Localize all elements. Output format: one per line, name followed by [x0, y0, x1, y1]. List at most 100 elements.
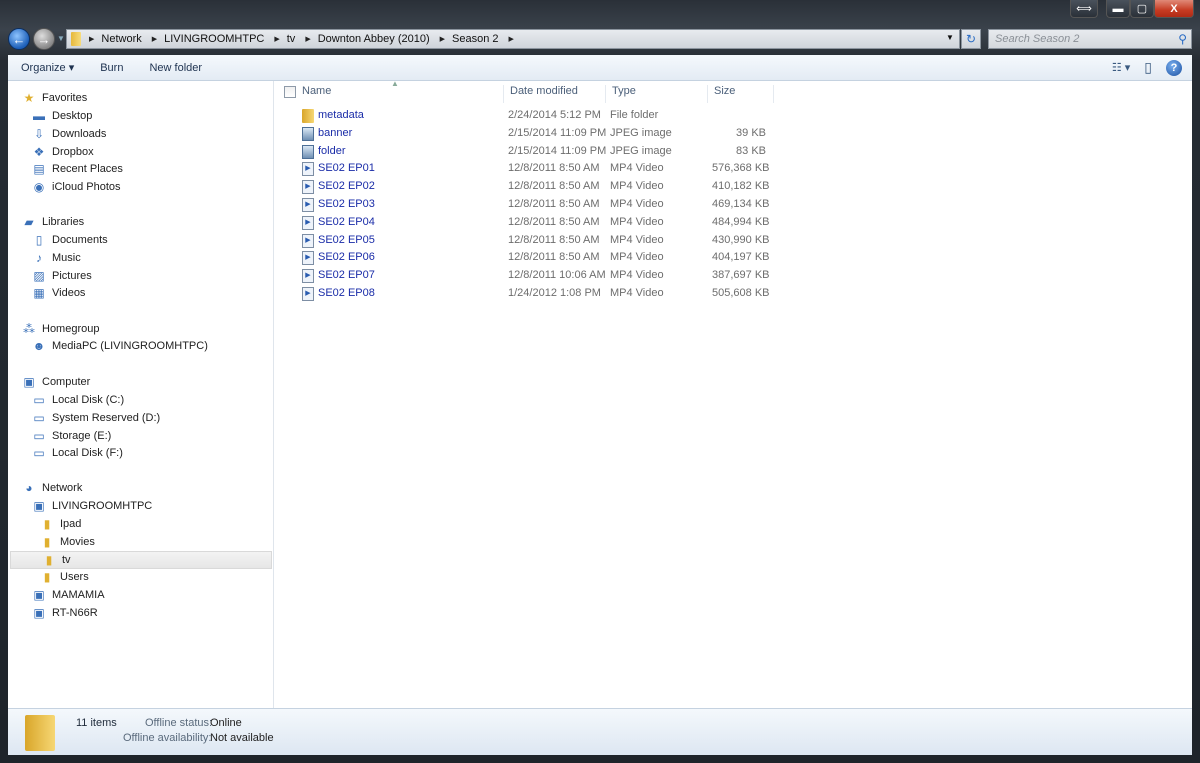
- chevron-right-icon[interactable]: ▶: [440, 35, 445, 43]
- network-icon: ◕: [25, 481, 33, 495]
- back-button[interactable]: ←: [8, 28, 30, 50]
- nav-item[interactable]: ▨ Pictures: [32, 267, 91, 285]
- nav-item[interactable]: ▮ Ipad: [40, 515, 82, 533]
- help-button[interactable]: ?: [1166, 59, 1182, 76]
- file-row[interactable]: ▶ SE02 EP07 12/8/2011 10:06 AM MP4 Video 387…: [274, 267, 774, 285]
- nav-item[interactable]: ❖ Dropbox: [32, 143, 94, 161]
- nav-item[interactable]: ▣ LIVINGROOMHTPC: [32, 497, 152, 515]
- file-row[interactable]: ▶ SE02 EP05 12/8/2011 8:50 AM MP4 Video 430,…: [274, 232, 774, 250]
- nav-item-label: MAMAMIA: [52, 589, 105, 601]
- chevron-right-icon[interactable]: ▶: [305, 35, 310, 43]
- burn-button[interactable]: Burn: [87, 62, 136, 74]
- nav-item[interactable]: ▭ Storage (E:): [32, 427, 111, 445]
- forward-arrow-icon: →: [37, 31, 51, 47]
- file-row[interactable]: metadata 2/24/2014 5:12 PM File folder: [274, 107, 774, 125]
- breadcrumb-item[interactable]: Network: [101, 33, 141, 45]
- file-row[interactable]: ▶ SE02 EP03 12/8/2011 8:50 AM MP4 Video 469,…: [274, 196, 774, 214]
- search-input[interactable]: Search Season 2 ⚲: [988, 29, 1192, 49]
- nav-item-label: Movies: [60, 535, 95, 548]
- chevron-right-icon[interactable]: ▶: [274, 35, 279, 43]
- new-folder-button[interactable]: New folder: [136, 62, 215, 74]
- pictures-icon: ▨: [33, 268, 45, 283]
- nav-item[interactable]: ◕ Network: [22, 479, 82, 497]
- nav-item[interactable]: ◉ iCloud Photos: [32, 178, 121, 196]
- breadcrumb-item[interactable]: Downton Abbey (2010): [318, 33, 430, 45]
- column-type[interactable]: Type: [606, 85, 708, 103]
- shared-folder-icon: ▮: [43, 570, 51, 585]
- maximize-button[interactable]: ▢: [1130, 0, 1154, 18]
- file-row[interactable]: ▶ SE02 EP08 1/24/2012 1:08 PM MP4 Video 505,…: [274, 285, 774, 303]
- chevron-right-icon[interactable]: ▶: [89, 35, 94, 43]
- breadcrumb-item[interactable]: LIVINGROOMHTPC: [164, 33, 264, 45]
- file-row[interactable]: banner 2/15/2014 11:09 PM JPEG image 39 KB: [274, 125, 774, 143]
- nav-item[interactable]: ⁂ Homegroup: [22, 320, 99, 338]
- drive-icon: ▭: [33, 410, 45, 425]
- column-size[interactable]: Size: [708, 85, 774, 103]
- file-date-modified: 2/24/2014 5:12 PM: [508, 109, 601, 121]
- file-size: 83 KB: [736, 144, 766, 157]
- search-icon[interactable]: ⚲: [1178, 32, 1187, 46]
- video-file-icon: ▶: [302, 251, 314, 266]
- file-name: folder: [318, 144, 346, 157]
- address-history-dropdown[interactable]: ▼: [946, 33, 954, 42]
- nav-item[interactable]: ▭ System Reserved (D:): [32, 409, 160, 427]
- nav-item[interactable]: ★ Favorites: [22, 89, 88, 107]
- nav-item[interactable]: ▮ tv: [10, 550, 272, 569]
- nav-item[interactable]: ▮ Users: [40, 568, 89, 586]
- nav-item-label: Storage (E:): [52, 429, 112, 442]
- nav-item[interactable]: ▯ Documents: [32, 231, 108, 249]
- nav-item-label: MediaPC (LIVINGROOMHTPC): [52, 340, 208, 352]
- video-file-icon: ▶: [302, 198, 314, 212]
- file-size: 387,697 KB: [712, 269, 770, 282]
- file-size: 430,990 KB: [712, 233, 770, 246]
- nav-item-label: tv: [62, 553, 71, 566]
- nav-item[interactable]: ⇩ Downloads: [32, 125, 106, 143]
- chevron-right-icon[interactable]: ▶: [509, 35, 514, 43]
- nav-item[interactable]: ▬ Desktop: [32, 107, 92, 125]
- command-bar: Organize ▾ Burn New folder ☷ ▾ ▯ ?: [8, 55, 1192, 81]
- breadcrumb-item[interactable]: tv: [287, 33, 296, 45]
- file-row[interactable]: ▶ SE02 EP01 12/8/2011 8:50 AM MP4 Video 576,…: [274, 160, 774, 178]
- organize-button[interactable]: Organize ▾: [8, 61, 87, 74]
- recent-pages-dropdown[interactable]: ▼: [57, 34, 65, 43]
- select-all-checkbox[interactable]: [284, 86, 296, 98]
- column-name[interactable]: Name: [296, 85, 504, 103]
- downloads-icon: ⇩: [33, 126, 45, 141]
- close-button[interactable]: X: [1154, 0, 1194, 18]
- shared-folder-icon: ▮: [43, 534, 51, 549]
- preview-pane-button[interactable]: ▯: [1144, 59, 1152, 76]
- nav-item-label: Dropbox: [52, 145, 94, 158]
- nav-item[interactable]: ▭ Local Disk (C:): [32, 391, 124, 409]
- folder-icon: [71, 32, 81, 46]
- nav-item-label: System Reserved (D:): [52, 411, 161, 424]
- column-date-modified[interactable]: Date modified: [504, 85, 606, 103]
- file-row[interactable]: ▶ SE02 EP06 12/8/2011 8:50 AM MP4 Video 404,…: [274, 249, 774, 267]
- nav-item[interactable]: ▭ Local Disk (F:): [32, 444, 123, 462]
- nav-item[interactable]: ▰ Libraries: [22, 213, 84, 231]
- file-row[interactable]: folder 2/15/2014 11:09 PM JPEG image 83 KB: [274, 143, 774, 161]
- nav-item[interactable]: ▮ Movies: [40, 533, 95, 551]
- nav-item[interactable]: ▣ RT-N66R: [32, 604, 97, 622]
- breadcrumb-item[interactable]: Season 2: [452, 33, 498, 45]
- refresh-button[interactable]: ↻: [961, 29, 981, 49]
- nav-item[interactable]: ♪ Music: [32, 249, 81, 267]
- nav-item[interactable]: ▦ Videos: [32, 284, 85, 302]
- change-view-button[interactable]: ☷ ▾: [1112, 61, 1130, 74]
- file-name: metadata: [318, 109, 364, 121]
- nav-item[interactable]: ▤ Recent Places: [32, 160, 123, 178]
- swap-window-button[interactable]: ⟺: [1070, 0, 1098, 18]
- minimize-button[interactable]: ▬: [1106, 0, 1130, 18]
- desktop-icon: ▬: [33, 109, 45, 123]
- chevron-right-icon[interactable]: ▶: [152, 35, 157, 43]
- file-type: File folder: [610, 109, 659, 121]
- documents-icon: ▯: [35, 233, 43, 247]
- file-type: MP4 Video: [610, 180, 664, 193]
- nav-item-label: Computer: [42, 376, 91, 388]
- forward-button[interactable]: →: [33, 28, 55, 50]
- address-bar[interactable]: ▶ Network ▶ LIVINGROOMHTPC ▶ tv ▶ Downton Abbe…: [66, 29, 960, 49]
- nav-item[interactable]: ▣ MAMAMIA: [32, 586, 105, 604]
- nav-item[interactable]: ☻ MediaPC (LIVINGROOMHTPC): [32, 337, 208, 355]
- nav-item[interactable]: ▣ Computer: [22, 373, 90, 391]
- file-row[interactable]: ▶ SE02 EP04 12/8/2011 8:50 AM MP4 Video 484,…: [274, 214, 774, 232]
- file-row[interactable]: ▶ SE02 EP02 12/8/2011 8:50 AM MP4 Video 410,…: [274, 178, 774, 196]
